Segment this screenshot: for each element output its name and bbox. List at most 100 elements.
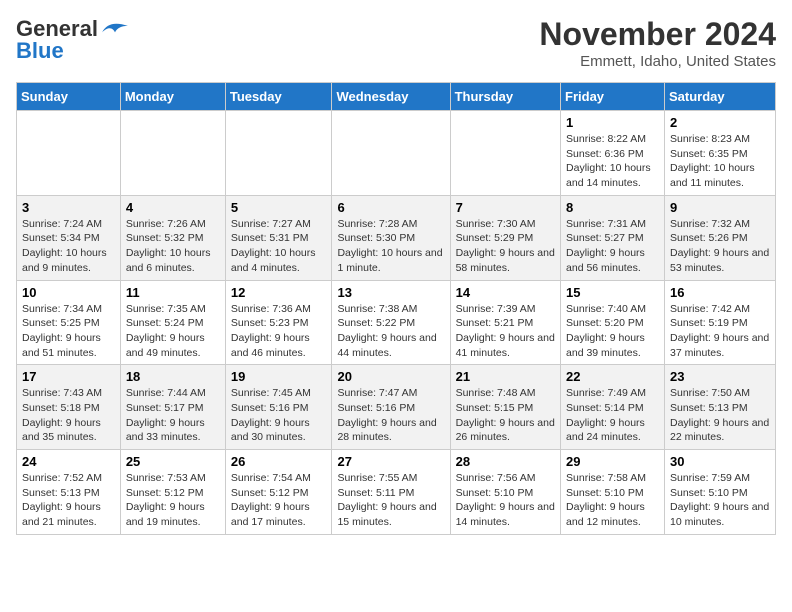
day-number: 26 [231, 454, 327, 469]
day-info: Sunrise: 7:30 AM Sunset: 5:29 PM Dayligh… [456, 217, 555, 276]
day-number: 6 [337, 200, 444, 215]
day-info: Sunrise: 7:42 AM Sunset: 5:19 PM Dayligh… [670, 302, 770, 361]
header-wednesday: Wednesday [332, 83, 450, 111]
day-number: 22 [566, 369, 659, 384]
header: General Blue November 2024 Emmett, Idaho… [16, 16, 776, 70]
day-number: 9 [670, 200, 770, 215]
day-info: Sunrise: 7:55 AM Sunset: 5:11 PM Dayligh… [337, 471, 444, 530]
calendar-cell: 20Sunrise: 7:47 AM Sunset: 5:16 PM Dayli… [332, 365, 450, 450]
calendar-cell: 27 Sunrise: 7:55 AM Sunset: 5:11 PM Dayli… [332, 450, 450, 535]
calendar-week-row: 10 Sunrise: 7:34 AM Sunset: 5:25 PM Dayli… [17, 280, 776, 365]
header-sunday: Sunday [17, 83, 121, 111]
calendar-week-row: 3 Sunrise: 7:24 AM Sunset: 5:34 PM Daylig… [17, 195, 776, 280]
header-tuesday: Tuesday [225, 83, 332, 111]
calendar-table: SundayMondayTuesdayWednesdayThursdayFrid… [16, 82, 776, 535]
day-number: 25 [126, 454, 220, 469]
calendar-cell: 17 Sunrise: 7:43 AM Sunset: 5:18 PM Dayli… [17, 365, 121, 450]
day-info: Sunrise: 7:34 AM Sunset: 5:25 PM Dayligh… [22, 302, 115, 361]
calendar-cell: 18 Sunrise: 7:44 AM Sunset: 5:17 PM Dayli… [120, 365, 225, 450]
calendar-cell: 6 Sunrise: 7:28 AM Sunset: 5:30 PM Daylig… [332, 195, 450, 280]
day-number: 21 [456, 369, 555, 384]
day-number: 1 [566, 115, 659, 130]
calendar-cell: 29 Sunrise: 7:58 AM Sunset: 5:10 PM Dayli… [561, 450, 665, 535]
day-number: 27 [337, 454, 444, 469]
calendar-cell: 8 Sunrise: 7:31 AM Sunset: 5:27 PM Daylig… [561, 195, 665, 280]
day-info: Sunrise: 7:40 AM Sunset: 5:20 PM Dayligh… [566, 302, 659, 361]
calendar-cell: 3 Sunrise: 7:24 AM Sunset: 5:34 PM Daylig… [17, 195, 121, 280]
header-monday: Monday [120, 83, 225, 111]
calendar-cell: 15 Sunrise: 7:40 AM Sunset: 5:20 PM Dayli… [561, 280, 665, 365]
calendar-cell: 5 Sunrise: 7:27 AM Sunset: 5:31 PM Daylig… [225, 195, 332, 280]
day-info: Sunrise: 7:59 AM Sunset: 5:10 PM Dayligh… [670, 471, 770, 530]
day-info: Sunrise: 7:43 AM Sunset: 5:18 PM Dayligh… [22, 386, 115, 445]
calendar-cell: 19 Sunrise: 7:45 AM Sunset: 5:16 PM Dayli… [225, 365, 332, 450]
day-info: Sunrise: 7:32 AM Sunset: 5:26 PM Dayligh… [670, 217, 770, 276]
header-friday: Friday [561, 83, 665, 111]
day-info: Sunrise: 7:28 AM Sunset: 5:30 PM Dayligh… [337, 217, 444, 276]
day-number: 29 [566, 454, 659, 469]
location-title: Emmett, Idaho, United States [539, 53, 776, 70]
day-info: Sunrise: 7:44 AM Sunset: 5:17 PM Dayligh… [126, 386, 220, 445]
day-number: 8 [566, 200, 659, 215]
calendar-cell: 24 Sunrise: 7:52 AM Sunset: 5:13 PM Dayli… [17, 450, 121, 535]
day-info: Sunrise: 8:23 AM Sunset: 6:35 PM Dayligh… [670, 132, 770, 191]
day-number: 11 [126, 285, 220, 300]
calendar-cell: 23Sunrise: 7:50 AM Sunset: 5:13 PM Dayli… [665, 365, 776, 450]
calendar-cell: 10 Sunrise: 7:34 AM Sunset: 5:25 PM Dayli… [17, 280, 121, 365]
day-number: 30 [670, 454, 770, 469]
day-number: 13 [337, 285, 444, 300]
day-info: Sunrise: 7:27 AM Sunset: 5:31 PM Dayligh… [231, 217, 327, 276]
day-number: 10 [22, 285, 115, 300]
day-info: Sunrise: 7:49 AM Sunset: 5:14 PM Dayligh… [566, 386, 659, 445]
day-number: 12 [231, 285, 327, 300]
day-info: Sunrise: 7:56 AM Sunset: 5:10 PM Dayligh… [456, 471, 555, 530]
day-info: Sunrise: 7:48 AM Sunset: 5:15 PM Dayligh… [456, 386, 555, 445]
calendar-cell: 7Sunrise: 7:30 AM Sunset: 5:29 PM Daylig… [450, 195, 560, 280]
calendar-cell: 16Sunrise: 7:42 AM Sunset: 5:19 PM Dayli… [665, 280, 776, 365]
title-area: November 2024 Emmett, Idaho, United Stat… [539, 16, 776, 70]
day-info: Sunrise: 7:38 AM Sunset: 5:22 PM Dayligh… [337, 302, 444, 361]
day-number: 4 [126, 200, 220, 215]
day-info: Sunrise: 7:39 AM Sunset: 5:21 PM Dayligh… [456, 302, 555, 361]
logo-bird-icon [100, 19, 130, 35]
day-info: Sunrise: 8:22 AM Sunset: 6:36 PM Dayligh… [566, 132, 659, 191]
calendar-cell [225, 111, 332, 196]
day-number: 14 [456, 285, 555, 300]
day-info: Sunrise: 7:52 AM Sunset: 5:13 PM Dayligh… [22, 471, 115, 530]
day-number: 20 [337, 369, 444, 384]
calendar-cell: 9 Sunrise: 7:32 AM Sunset: 5:26 PM Daylig… [665, 195, 776, 280]
day-number: 19 [231, 369, 327, 384]
calendar-cell: 30 Sunrise: 7:59 AM Sunset: 5:10 PM Dayli… [665, 450, 776, 535]
logo: General Blue [16, 16, 130, 64]
day-info: Sunrise: 7:35 AM Sunset: 5:24 PM Dayligh… [126, 302, 220, 361]
day-info: Sunrise: 7:45 AM Sunset: 5:16 PM Dayligh… [231, 386, 327, 445]
day-info: Sunrise: 7:24 AM Sunset: 5:34 PM Dayligh… [22, 217, 115, 276]
day-number: 24 [22, 454, 115, 469]
day-info: Sunrise: 7:58 AM Sunset: 5:10 PM Dayligh… [566, 471, 659, 530]
day-number: 2 [670, 115, 770, 130]
day-number: 3 [22, 200, 115, 215]
calendar-cell: 26 Sunrise: 7:54 AM Sunset: 5:12 PM Dayli… [225, 450, 332, 535]
calendar-cell [17, 111, 121, 196]
calendar-cell: 2 Sunrise: 8:23 AM Sunset: 6:35 PM Daylig… [665, 111, 776, 196]
calendar-cell: 13 Sunrise: 7:38 AM Sunset: 5:22 PM Dayli… [332, 280, 450, 365]
calendar-cell [332, 111, 450, 196]
calendar-header-row: SundayMondayTuesdayWednesdayThursdayFrid… [17, 83, 776, 111]
calendar-cell: 14 Sunrise: 7:39 AM Sunset: 5:21 PM Dayli… [450, 280, 560, 365]
day-info: Sunrise: 7:26 AM Sunset: 5:32 PM Dayligh… [126, 217, 220, 276]
day-info: Sunrise: 7:54 AM Sunset: 5:12 PM Dayligh… [231, 471, 327, 530]
day-number: 5 [231, 200, 327, 215]
day-number: 15 [566, 285, 659, 300]
calendar-cell: 22 Sunrise: 7:49 AM Sunset: 5:14 PM Dayli… [561, 365, 665, 450]
calendar-cell: 1 Sunrise: 8:22 AM Sunset: 6:36 PM Daylig… [561, 111, 665, 196]
calendar-cell: 4 Sunrise: 7:26 AM Sunset: 5:32 PM Daylig… [120, 195, 225, 280]
calendar-week-row: 24 Sunrise: 7:52 AM Sunset: 5:13 PM Dayli… [17, 450, 776, 535]
day-number: 17 [22, 369, 115, 384]
calendar-cell: 11 Sunrise: 7:35 AM Sunset: 5:24 PM Dayli… [120, 280, 225, 365]
calendar-week-row: 1 Sunrise: 8:22 AM Sunset: 6:36 PM Daylig… [17, 111, 776, 196]
header-saturday: Saturday [665, 83, 776, 111]
day-info: Sunrise: 7:31 AM Sunset: 5:27 PM Dayligh… [566, 217, 659, 276]
day-info: Sunrise: 7:50 AM Sunset: 5:13 PM Dayligh… [670, 386, 770, 445]
day-number: 18 [126, 369, 220, 384]
month-title: November 2024 [539, 16, 776, 53]
